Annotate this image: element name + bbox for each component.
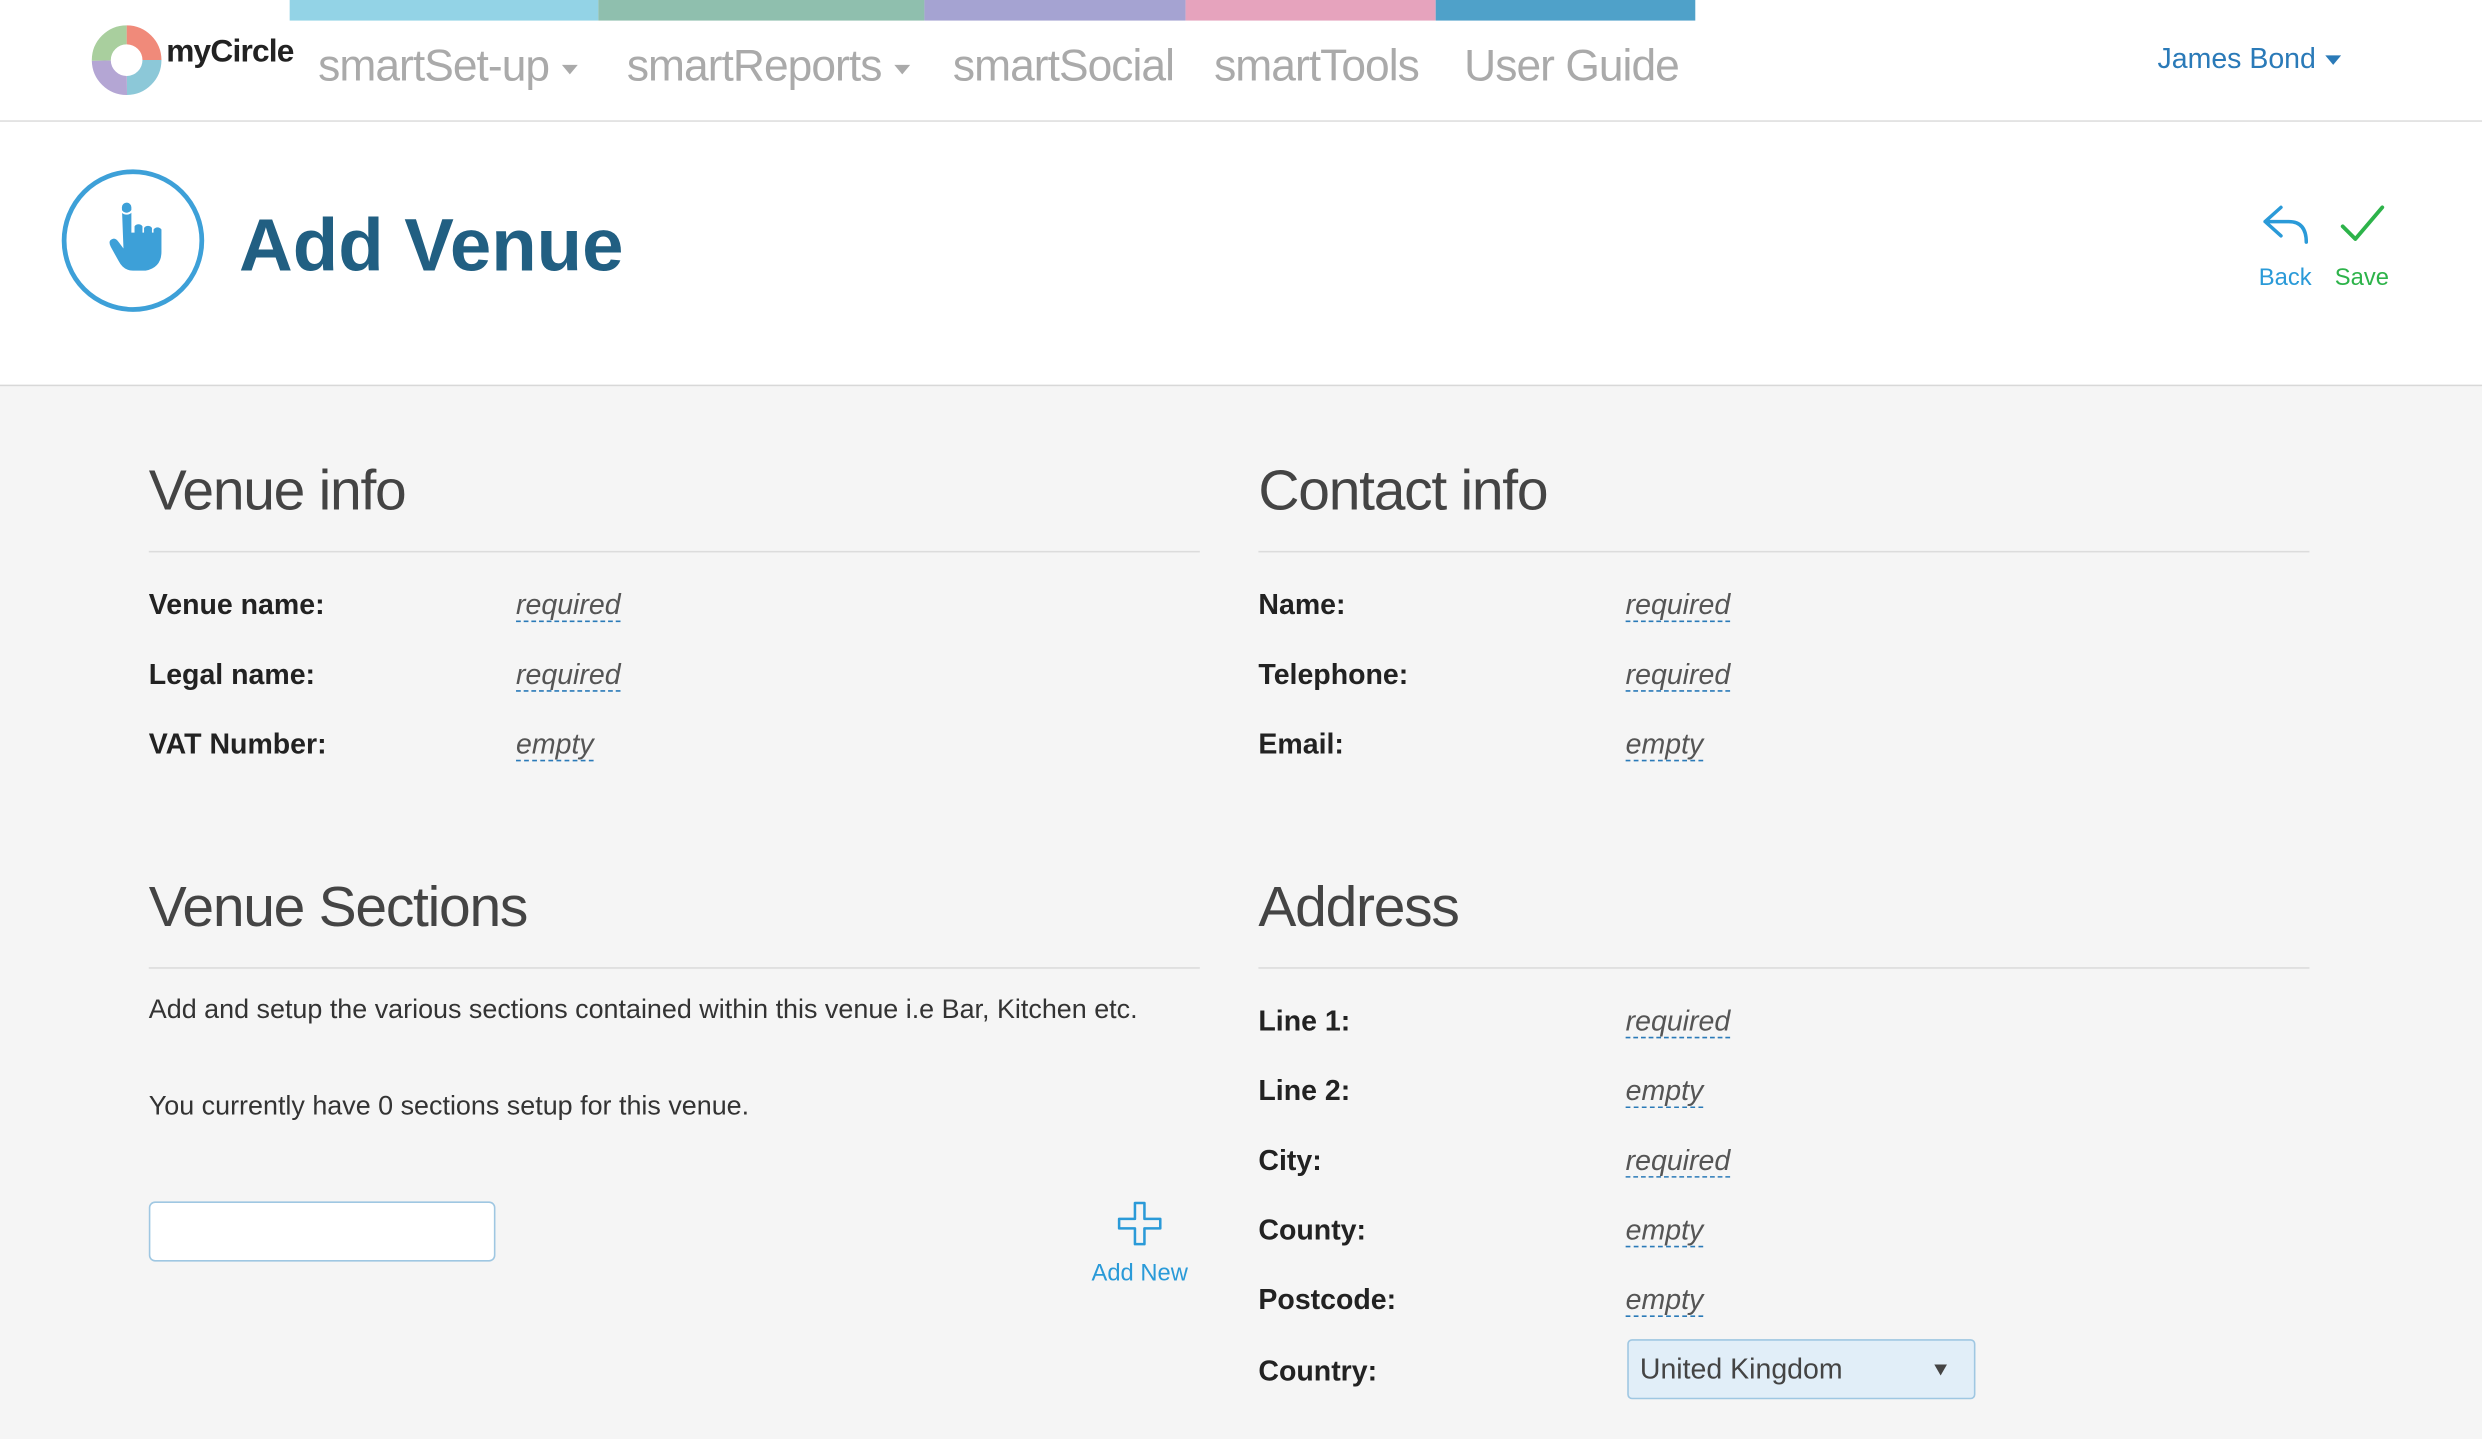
sections-count-text: You currently have 0 sections setup for … <box>148 1090 750 1121</box>
line2-field[interactable]: empty <box>1625 1075 1704 1109</box>
contact-info-divider <box>1258 550 2310 553</box>
venue-name-label: Venue name: <box>148 588 325 621</box>
line1-field[interactable]: required <box>1625 1005 1731 1039</box>
city-field[interactable]: required <box>1625 1144 1731 1178</box>
pointing-hand-icon <box>109 201 162 271</box>
color-strip-1 <box>289 0 599 21</box>
top-navbar: myCircle smartSet-up smartReports smartS… <box>0 0 2482 122</box>
telephone-label: Telephone: <box>1258 658 1409 691</box>
line1-label: Line 1: <box>1258 1005 1351 1037</box>
nav-user-guide[interactable]: User Guide <box>1464 41 1680 92</box>
country-label: Country: <box>1258 1354 1378 1387</box>
mycircle-logo-icon[interactable] <box>90 24 163 97</box>
add-new-label: Add New <box>1091 1259 1188 1287</box>
vat-number-field[interactable]: empty <box>516 728 594 762</box>
legal-name-field[interactable]: required <box>516 658 621 692</box>
legal-name-label: Legal name: <box>148 658 316 691</box>
venue-sections-description: Add and setup the various sections conta… <box>148 994 1138 1025</box>
venue-name-field[interactable]: required <box>516 589 621 623</box>
nav-smarttools[interactable]: smartTools <box>1214 41 1420 92</box>
color-strip-3 <box>924 0 1186 21</box>
user-menu[interactable]: James Bond <box>2157 42 2342 76</box>
section-name-input[interactable] <box>148 1201 496 1262</box>
dropdown-arrow-icon <box>1934 1364 1947 1376</box>
line2-label: Line 2: <box>1258 1074 1351 1107</box>
save-button[interactable]: Save <box>2335 201 2389 291</box>
vat-number-label: VAT Number: <box>148 728 327 760</box>
chevron-down-icon <box>894 64 910 74</box>
postcode-field[interactable]: empty <box>1625 1284 1704 1317</box>
contact-info-title: Contact info <box>1258 457 1548 523</box>
add-new-button[interactable]: Add New <box>1084 1200 1195 1287</box>
page: myCircle smartSet-up smartReports smartS… <box>0 0 2482 1439</box>
nav-smartsocial[interactable]: smartSocial <box>953 41 1175 92</box>
user-name: James Bond <box>2157 42 2316 75</box>
page-icon-circle <box>61 169 205 312</box>
address-divider <box>1258 967 2310 969</box>
back-button[interactable]: Back <box>2259 201 2312 291</box>
nav-smartreports[interactable]: smartReports <box>627 41 910 92</box>
nav-smartsetup[interactable]: smartSet-up <box>318 41 578 92</box>
postcode-label: Postcode: <box>1258 1283 1397 1316</box>
contact-name-field[interactable]: required <box>1625 589 1731 623</box>
venue-sections-divider <box>148 967 1200 969</box>
page-header: Add Venue Back Save <box>0 121 2482 387</box>
nav-smartsetup-label: smartSet-up <box>318 41 550 91</box>
checkmark-icon <box>2340 205 2385 241</box>
back-label: Back <box>2258 264 2312 292</box>
country-select-value: United Kingdom <box>1639 1353 1843 1386</box>
reply-arrow-icon <box>2262 205 2308 244</box>
chevron-down-icon <box>2325 55 2342 66</box>
email-label: Email: <box>1258 728 1344 760</box>
venue-sections-title: Venue Sections <box>148 873 529 939</box>
county-label: County: <box>1258 1214 1367 1246</box>
county-field[interactable]: empty <box>1625 1214 1704 1248</box>
chevron-down-icon <box>561 64 578 74</box>
logo-text[interactable]: myCircle <box>166 35 294 71</box>
country-select[interactable]: United Kingdom <box>1627 1339 1976 1400</box>
venue-info-divider <box>148 550 1200 553</box>
save-label: Save <box>2334 264 2389 292</box>
color-strip-4 <box>1185 0 1436 21</box>
contact-name-label: Name: <box>1258 588 1346 621</box>
page-title: Add Venue <box>239 202 624 287</box>
telephone-field[interactable]: required <box>1625 658 1731 692</box>
plus-icon <box>1117 1201 1162 1246</box>
color-strip-2 <box>598 0 925 21</box>
color-strip-5 <box>1435 0 1696 21</box>
email-field[interactable]: empty <box>1625 728 1704 762</box>
city-label: City: <box>1258 1144 1322 1177</box>
nav-smartreports-label: smartReports <box>626 41 883 91</box>
venue-info-title: Venue info <box>148 457 407 523</box>
address-title: Address <box>1258 873 1459 939</box>
